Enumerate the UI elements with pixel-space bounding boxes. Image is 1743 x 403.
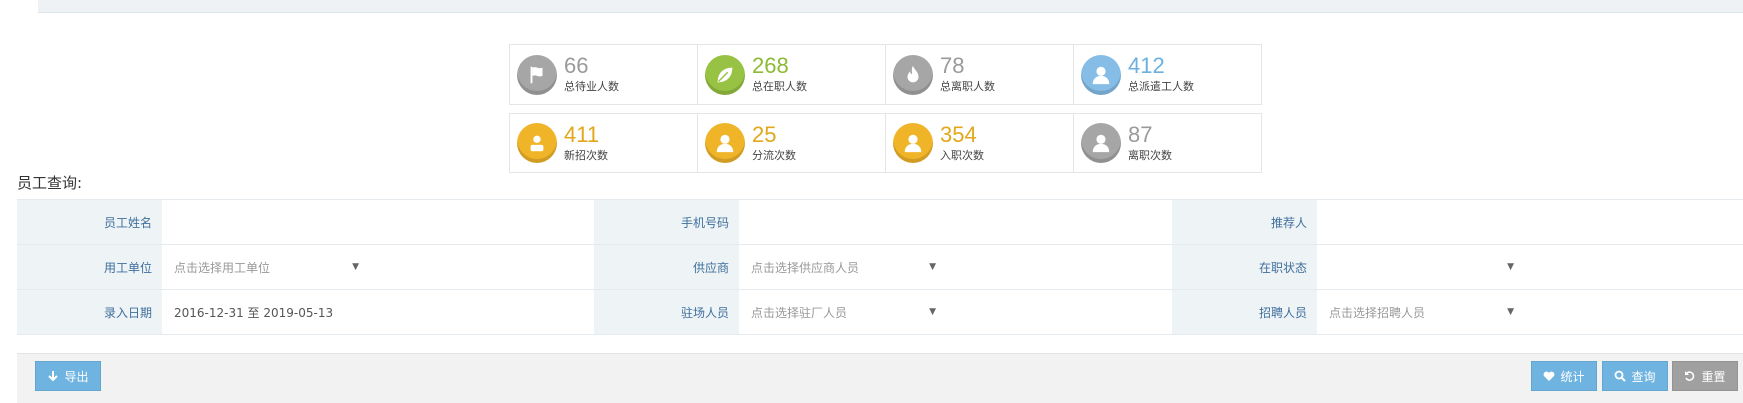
heart-icon [1544, 371, 1555, 381]
undo-icon [1685, 371, 1695, 381]
stat-label: 总离职人数 [940, 80, 995, 93]
stats-panel: 66 总待业人数 268 总在职人数 78 总离职人数 412 总派遣工人数 4… [509, 44, 1262, 181]
query-label: 查询 [1631, 369, 1656, 384]
phone-label: 手机号码 [594, 200, 739, 244]
supplier-placeholder: 点击选择供应商人员 [751, 260, 860, 275]
employee-query-form: 员工姓名 手机号码 推荐人 用工单位 点击选择用工单位 ▼ 供应商 点击选择供应… [17, 199, 1743, 335]
section-title: 员工查询: [17, 174, 83, 192]
stats-row-2: 411 新招次数 25 分流次数 354 入职次数 87 离职次数 [509, 113, 1262, 173]
query-row: 员工姓名 手机号码 推荐人 [17, 200, 1743, 245]
user-icon [1081, 54, 1121, 95]
query-row: 录入日期 2016-12-31 至 2019-05-13 驻场人员 点击选择驻厂… [17, 290, 1743, 335]
search-icon [1615, 370, 1627, 382]
flag-icon [517, 54, 557, 95]
stat-value: 25 [752, 121, 777, 147]
recruiter-label: 招聘人员 [1172, 290, 1317, 334]
status-select[interactable]: ▼ [1317, 245, 1743, 289]
reset-button[interactable]: 重置 [1672, 361, 1738, 391]
stat-tile-new-hires[interactable]: 411 新招次数 [510, 114, 698, 172]
phone-input[interactable] [739, 200, 1172, 244]
export-label: 导出 [64, 369, 89, 384]
stat-tile-diversions[interactable]: 25 分流次数 [698, 114, 886, 172]
onsite-placeholder: 点击选择驻厂人员 [751, 305, 848, 320]
stat-value: 412 [1128, 53, 1165, 78]
stat-tile-resigned[interactable]: 78 总离职人数 [886, 45, 1074, 104]
stats-label: 统计 [1560, 369, 1585, 384]
recruiter-select[interactable]: 点击选择招聘人员 ▼ [1317, 290, 1743, 334]
stat-label: 总派遣工人数 [1128, 80, 1194, 93]
leaf-icon [705, 54, 745, 95]
stats-button[interactable]: 统计 [1531, 361, 1597, 391]
date-range-input[interactable]: 2016-12-31 至 2019-05-13 [162, 290, 594, 334]
export-button[interactable]: 导出 [35, 361, 101, 391]
chevron-down-icon: ▼ [352, 262, 359, 272]
fire-icon [893, 54, 933, 95]
bottom-toolbar: 导出 统计 查询 重置 [17, 353, 1743, 403]
onsite-select[interactable]: 点击选择驻厂人员 ▼ [739, 290, 1172, 334]
stat-tile-employed[interactable]: 268 总在职人数 [698, 45, 886, 104]
query-button[interactable]: 查询 [1602, 361, 1668, 391]
stat-tile-dispatched[interactable]: 412 总派遣工人数 [1074, 45, 1261, 104]
employer-label: 用工单位 [17, 245, 162, 289]
user-icon [705, 123, 745, 163]
chevron-down-icon: ▼ [1507, 307, 1514, 317]
stat-label: 分流次数 [752, 148, 796, 162]
recruiter-placeholder: 点击选择招聘人员 [1329, 305, 1426, 320]
stat-value: 87 [1128, 121, 1153, 147]
stat-value: 66 [564, 53, 589, 78]
stat-tile-onboardings[interactable]: 354 入职次数 [886, 114, 1074, 172]
chevron-down-icon: ▼ [929, 262, 936, 272]
name-label: 员工姓名 [17, 200, 162, 244]
query-row: 用工单位 点击选择用工单位 ▼ 供应商 点击选择供应商人员 ▼ 在职状态 ▼ [17, 245, 1743, 290]
onsite-label: 驻场人员 [594, 290, 739, 334]
top-panel-bar [38, 0, 1743, 13]
stat-value: 78 [940, 53, 965, 78]
chevron-down-icon: ▼ [1507, 262, 1514, 272]
employer-select[interactable]: 点击选择用工单位 ▼ [162, 245, 594, 289]
user-icon [893, 123, 933, 163]
name-input[interactable] [162, 200, 594, 244]
reset-label: 重置 [1701, 369, 1726, 384]
arrow-down-icon [48, 371, 59, 382]
chevron-down-icon: ▼ [929, 307, 936, 317]
stat-value: 354 [940, 121, 977, 147]
stat-label: 新招次数 [564, 148, 608, 162]
referrer-input[interactable] [1317, 200, 1743, 244]
user-icon [517, 123, 557, 163]
employer-placeholder: 点击选择用工单位 [174, 260, 271, 275]
supplier-select[interactable]: 点击选择供应商人员 ▼ [739, 245, 1172, 289]
stat-label: 总在职人数 [752, 80, 807, 93]
user-icon [1081, 123, 1121, 163]
supplier-label: 供应商 [594, 245, 739, 289]
stat-value: 411 [564, 121, 600, 147]
date-label: 录入日期 [17, 290, 162, 334]
stats-row-1: 66 总待业人数 268 总在职人数 78 总离职人数 412 总派遣工人数 [509, 44, 1262, 105]
stat-label: 离职次数 [1128, 148, 1172, 162]
stat-label: 入职次数 [940, 148, 984, 162]
status-label: 在职状态 [1172, 245, 1317, 289]
stat-value: 268 [752, 53, 789, 78]
stat-tile-departures[interactable]: 87 离职次数 [1074, 114, 1261, 172]
stat-label: 总待业人数 [564, 80, 619, 93]
referrer-label: 推荐人 [1172, 200, 1317, 244]
date-range-value: 2016-12-31 至 2019-05-13 [174, 305, 334, 320]
stat-tile-unemployed[interactable]: 66 总待业人数 [510, 45, 698, 104]
